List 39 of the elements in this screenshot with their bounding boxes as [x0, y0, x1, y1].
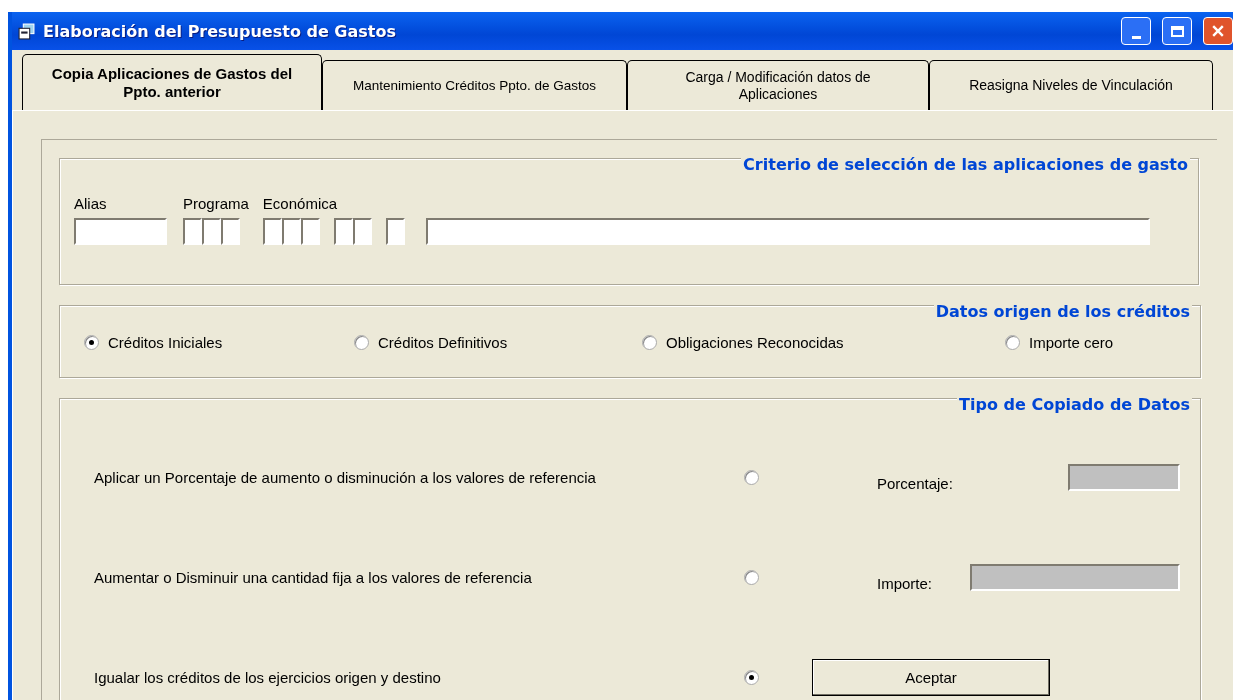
- radio-label: Importe cero: [1029, 334, 1114, 352]
- radio-button[interactable]: [84, 335, 99, 351]
- tab[interactable]: Mantenimiento Créditos Ppto. de Gastos: [322, 60, 627, 110]
- option-label: Aumentar o Disminuir una cantidad fija a los valores de referencia: [94, 568, 533, 586]
- group-title: Criterio de selección de las aplicaciones de gasto: [741, 155, 1190, 174]
- field-label: Importe:: [877, 574, 933, 592]
- radio-label: Créditos Iniciales: [108, 334, 223, 352]
- radio-button[interactable]: [744, 669, 759, 685]
- field-label: Programa: [183, 195, 249, 212]
- group-title: Datos origen de los créditos: [933, 302, 1192, 322]
- input-field[interactable]: [385, 218, 405, 245]
- input-field[interactable]: [183, 218, 202, 245]
- accept-button[interactable]: Aceptar: [812, 658, 1050, 696]
- minimize-button[interactable]: [1121, 17, 1151, 45]
- input-field[interactable]: [262, 218, 282, 245]
- close-icon: [1212, 25, 1224, 37]
- input-field[interactable]: [425, 218, 1150, 245]
- option-label: Aplicar un Porcentaje de aumento o disminución a los valores de referencia: [94, 468, 597, 486]
- tab[interactable]: Carga / Modificación datos de Aplicaciones: [627, 60, 929, 110]
- input-field[interactable]: [202, 218, 221, 245]
- input-field[interactable]: [333, 218, 353, 245]
- maximize-button[interactable]: [1162, 17, 1192, 45]
- field-label: Alias: [74, 195, 108, 212]
- radio-button[interactable]: [354, 335, 369, 351]
- field-label: Económica: [262, 195, 339, 212]
- option-label: Igualar los créditos de los ejercicios origen y destino: [94, 668, 442, 686]
- group-title: Tipo de Copiado de Datos: [957, 395, 1192, 414]
- radio-label: Obligaciones Reconocidas: [666, 334, 844, 352]
- windows-icon: [18, 22, 35, 40]
- close-button[interactable]: [1203, 17, 1233, 45]
- field-label: Porcentaje:: [877, 474, 953, 492]
- input-field[interactable]: [221, 218, 240, 245]
- input-field[interactable]: [74, 218, 167, 245]
- radio-button[interactable]: [1005, 335, 1020, 351]
- tab[interactable]: Reasigna Niveles de Vinculación: [929, 60, 1213, 110]
- window-title: Elaboración del Presupuesto de Gastos: [43, 21, 396, 41]
- radio-label: Créditos Definitivos: [378, 334, 508, 352]
- tab[interactable]: Copia Aplicaciones de Gastos del Ppto. anterior: [22, 54, 322, 110]
- radio-button[interactable]: [642, 335, 657, 351]
